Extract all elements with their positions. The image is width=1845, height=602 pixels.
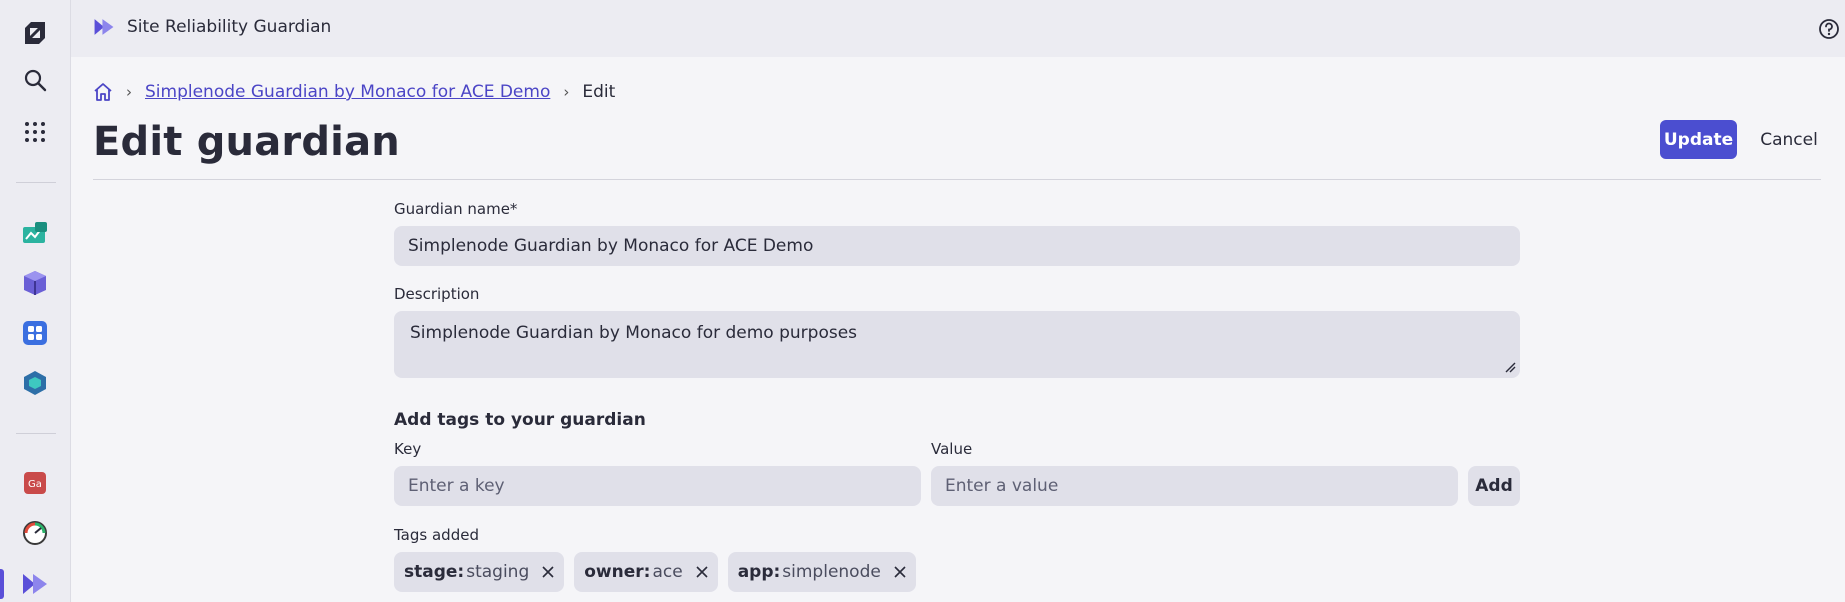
tag-chip: stage: staging (394, 552, 565, 592)
tag-chip: owner: ace (574, 552, 718, 592)
rail-divider (16, 182, 56, 183)
tag-key-input[interactable] (394, 466, 921, 506)
rail-active-indicator (0, 569, 4, 599)
key-label: Key (394, 440, 422, 458)
chevron-right-icon: › (126, 83, 132, 101)
apps-grid-icon[interactable] (17, 114, 53, 150)
main-content: › Simplenode Guardian by Monaco for ACE … (71, 57, 1845, 602)
close-icon[interactable] (542, 566, 554, 578)
close-icon[interactable] (894, 566, 906, 578)
close-icon[interactable] (696, 566, 708, 578)
left-nav-rail: Ga (0, 0, 71, 602)
chevron-right-icon: › (563, 83, 570, 101)
gauge-app-icon[interactable] (17, 515, 53, 551)
add-tag-button[interactable]: Add (1468, 466, 1520, 506)
srg-app-icon[interactable] (17, 566, 53, 602)
guardian-name-input[interactable] (394, 226, 1520, 266)
title-divider (93, 179, 1821, 180)
page-title: Edit guardian (93, 119, 400, 165)
description-label: Description (394, 285, 480, 303)
breadcrumb: › Simplenode Guardian by Monaco for ACE … (93, 80, 615, 104)
tag-key: app: (737, 562, 781, 582)
top-bar: Site Reliability Guardian (71, 0, 1845, 57)
tag-value: staging (466, 562, 530, 582)
tag-value-input[interactable] (931, 466, 1458, 506)
svg-text:Ga: Ga (28, 479, 42, 490)
dashboard-app-icon[interactable] (17, 215, 53, 251)
value-label: Value (931, 440, 973, 458)
help-icon[interactable] (1818, 18, 1840, 44)
cancel-button[interactable]: Cancel (1747, 120, 1831, 159)
tag-chip: app: simplenode (727, 552, 916, 592)
tag-value: ace (652, 562, 683, 582)
home-icon[interactable] (93, 82, 113, 102)
update-button[interactable]: Update (1660, 120, 1737, 159)
cube-app-icon[interactable] (17, 265, 53, 301)
breadcrumb-parent-link[interactable]: Simplenode Guardian by Monaco for ACE De… (145, 82, 550, 102)
search-icon[interactable] (17, 62, 53, 98)
rail-divider (16, 433, 56, 434)
workflow-app-icon[interactable] (17, 315, 53, 351)
tag-value: simplenode (782, 562, 881, 582)
description-textarea[interactable]: Simplenode Guardian by Monaco for demo p… (394, 311, 1520, 378)
resize-handle-icon[interactable] (1504, 358, 1516, 377)
tags-list: stage: staging owner: ace app: simplenod… (394, 552, 916, 592)
tags-added-label: Tags added (394, 526, 479, 544)
tag-key: owner: (584, 562, 651, 582)
tags-section-title: Add tags to your guardian (394, 410, 646, 430)
app-title: Site Reliability Guardian (127, 17, 332, 37)
dynatrace-logo-icon[interactable] (17, 15, 53, 51)
kubernetes-app-icon[interactable] (17, 365, 53, 401)
ga-app-icon[interactable]: Ga (17, 465, 53, 501)
srg-logo-icon (93, 17, 115, 41)
tag-key: stage: (404, 562, 465, 582)
breadcrumb-current: Edit (582, 82, 616, 102)
guardian-name-label: Guardian name* (394, 200, 518, 218)
